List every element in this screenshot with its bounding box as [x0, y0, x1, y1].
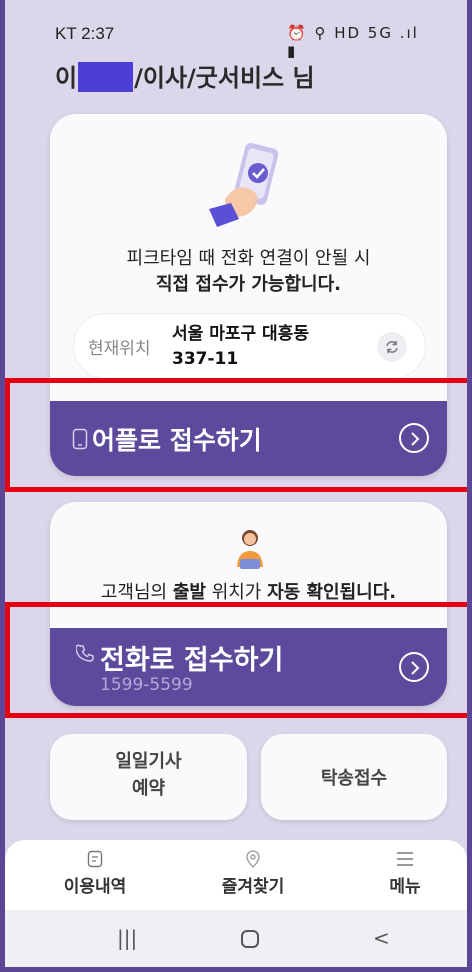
system-nav-bar: ||| < [5, 910, 467, 967]
reserve-line1: 일일기사 [115, 751, 182, 772]
location-label: 현재위치 [88, 339, 151, 359]
highlight-box-phone-button [5, 602, 467, 718]
desc-part-b: 출발 [172, 582, 206, 603]
back-button[interactable]: < [373, 926, 390, 950]
refresh-location-button[interactable] [377, 332, 407, 362]
operator-illustration [237, 530, 263, 569]
status-icons: ⏰ ⚲ HD 5G .ıl ▮ [287, 24, 419, 60]
consignment-button[interactable]: 탁송접수 [261, 734, 447, 820]
recent-apps-button[interactable]: ||| [117, 926, 137, 950]
tab-favorites[interactable]: 즐겨찾기 [193, 850, 313, 897]
title-prefix: 이 [55, 64, 78, 92]
app-card-line1: 피크타임 때 전화 연결이 안될 시 [126, 248, 371, 269]
desc-part-c: 위치가 [205, 582, 268, 603]
tab-usage-history[interactable]: 이용내역 [35, 850, 155, 897]
hand-phone-illustration [209, 143, 279, 227]
location-address: 서울 마포구 대흥동 337-11 [172, 322, 309, 372]
desc-part-d: 자동 확인됩니다. [267, 582, 397, 603]
current-location-field: 현재위치 서울 마포구 대흥동 337-11 [73, 313, 426, 379]
app-card-line2: 직접 접수가 가능합니다. [156, 274, 341, 295]
reserve-line2: 예약 [131, 778, 166, 799]
status-bar: KT 2:37 ⏰ ⚲ HD 5G .ıl ▮ [55, 24, 427, 60]
tab-favorites-label: 즐겨찾기 [221, 877, 285, 897]
home-button[interactable] [241, 930, 259, 948]
app-screen: KT 2:37 ⏰ ⚲ HD 5G .ıl ▮ 이/이사/굿서비스 님 피크타임… [0, 0, 472, 972]
address-line1: 서울 마포구 대흥동 [172, 324, 309, 344]
refresh-icon [386, 341, 398, 353]
daily-driver-reserve-button[interactable]: 일일기사 예약 [50, 734, 247, 820]
redacted-name-mask [78, 62, 134, 92]
page-title: 이/이사/굿서비스 님 [55, 58, 315, 93]
location-pin-icon [246, 850, 260, 868]
title-suffix: /이사/굿서비스 님 [134, 64, 315, 92]
highlight-box-app-button [5, 378, 467, 492]
tab-menu-label: 메뉴 [389, 877, 421, 897]
hamburger-icon [397, 852, 413, 866]
consignment-label: 탁송접수 [320, 768, 388, 789]
bottom-tab-bar: 이용내역 즐겨찾기 메뉴 [5, 840, 467, 910]
tab-menu[interactable]: 메뉴 [345, 850, 465, 897]
address-line2: 337-11 [172, 349, 239, 369]
document-icon [87, 850, 103, 868]
carrier-time: KT 2:37 [55, 24, 115, 43]
desc-part-a: 고객님의 [100, 582, 173, 603]
phone-card-description: 고객님의 출발 위치가 자동 확인됩니다. [50, 578, 447, 604]
app-card-description: 피크타임 때 전화 연결이 안될 시 직접 접수가 가능합니다. [50, 246, 447, 298]
tab-usage-history-label: 이용내역 [63, 877, 127, 897]
